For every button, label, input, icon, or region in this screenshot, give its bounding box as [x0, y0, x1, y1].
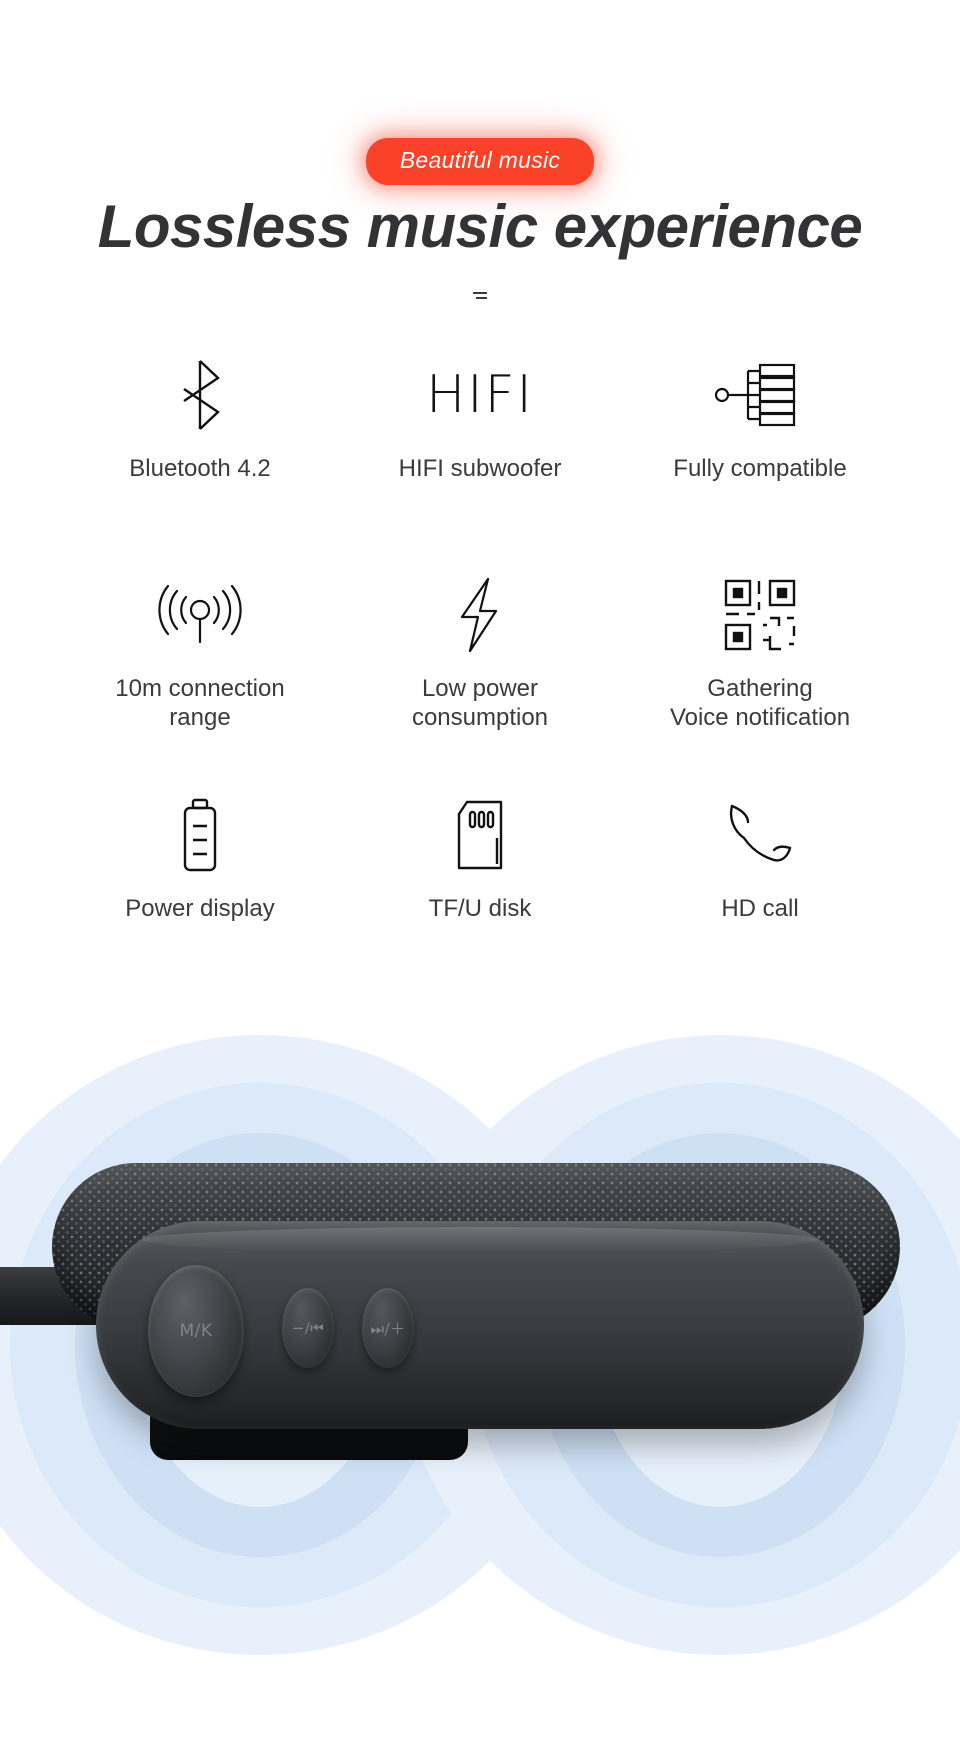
small-dashes-divider-icon [473, 292, 487, 299]
sd-card-icon [451, 792, 509, 878]
next-button[interactable]: ⏭/＋ [362, 1288, 414, 1368]
page-title: Lossless music experience [97, 193, 863, 260]
feature-voice-notification: Gathering Voice notification [620, 572, 900, 792]
feature-label: Gathering Voice notification [669, 675, 851, 732]
compatibility-tree-icon [714, 352, 806, 438]
feature-hd-call: HD call [620, 792, 900, 1012]
feature-hifi: HIFI HIFI subwoofer [340, 352, 620, 572]
speaker-product-image: M/K −/⏮ ⏭/＋ [0, 1155, 960, 1460]
power-button[interactable]: M/K [148, 1265, 244, 1397]
product-hero: M/K −/⏮ ⏭/＋ [0, 1005, 960, 1738]
status-badge: Beautiful music [365, 138, 595, 185]
product-feature-page: Beautiful music Lossless music experienc… [0, 0, 960, 1738]
bluetooth-icon [174, 352, 226, 438]
feature-grid: Bluetooth 4.2 HIFI HIFI subwoofer Fully … [60, 352, 900, 1012]
feature-compatible: Fully compatible [620, 352, 900, 572]
feature-label: 10m connection range [115, 675, 285, 732]
hifi-wordmark-icon: HIFI [426, 352, 534, 438]
feature-label: HIFI subwoofer [398, 455, 562, 482]
badge-container: Beautiful music [0, 138, 960, 185]
feature-tf-u-disk: TF/U disk [340, 792, 620, 1012]
feature-label: Power display [125, 895, 275, 922]
power-button-glyph: M/K [179, 1321, 213, 1341]
battery-icon [177, 792, 223, 878]
feature-label: Bluetooth 4.2 [129, 455, 271, 482]
feature-label: Fully compatible [673, 455, 847, 482]
feature-power-display: Power display [60, 792, 340, 1012]
qr-code-icon [723, 572, 797, 658]
antenna-signal-icon [152, 572, 248, 658]
lightning-bolt-icon [452, 572, 508, 658]
next-button-glyph: ⏭/＋ [370, 1319, 406, 1338]
feature-bluetooth: Bluetooth 4.2 [60, 352, 340, 572]
feature-range: 10m connection range [60, 572, 340, 792]
feature-low-power: Low power consumption [340, 572, 620, 792]
feature-label: Low power consumption [411, 675, 549, 732]
feature-label: TF/U disk [428, 895, 532, 922]
divider [0, 288, 960, 307]
feature-label: HD call [721, 895, 799, 922]
phone-handset-icon [722, 792, 798, 878]
previous-button[interactable]: −/⏮ [282, 1288, 334, 1368]
previous-button-glyph: −/⏮ [291, 1319, 325, 1337]
hifi-wordmark-text: HIFI [426, 365, 534, 425]
